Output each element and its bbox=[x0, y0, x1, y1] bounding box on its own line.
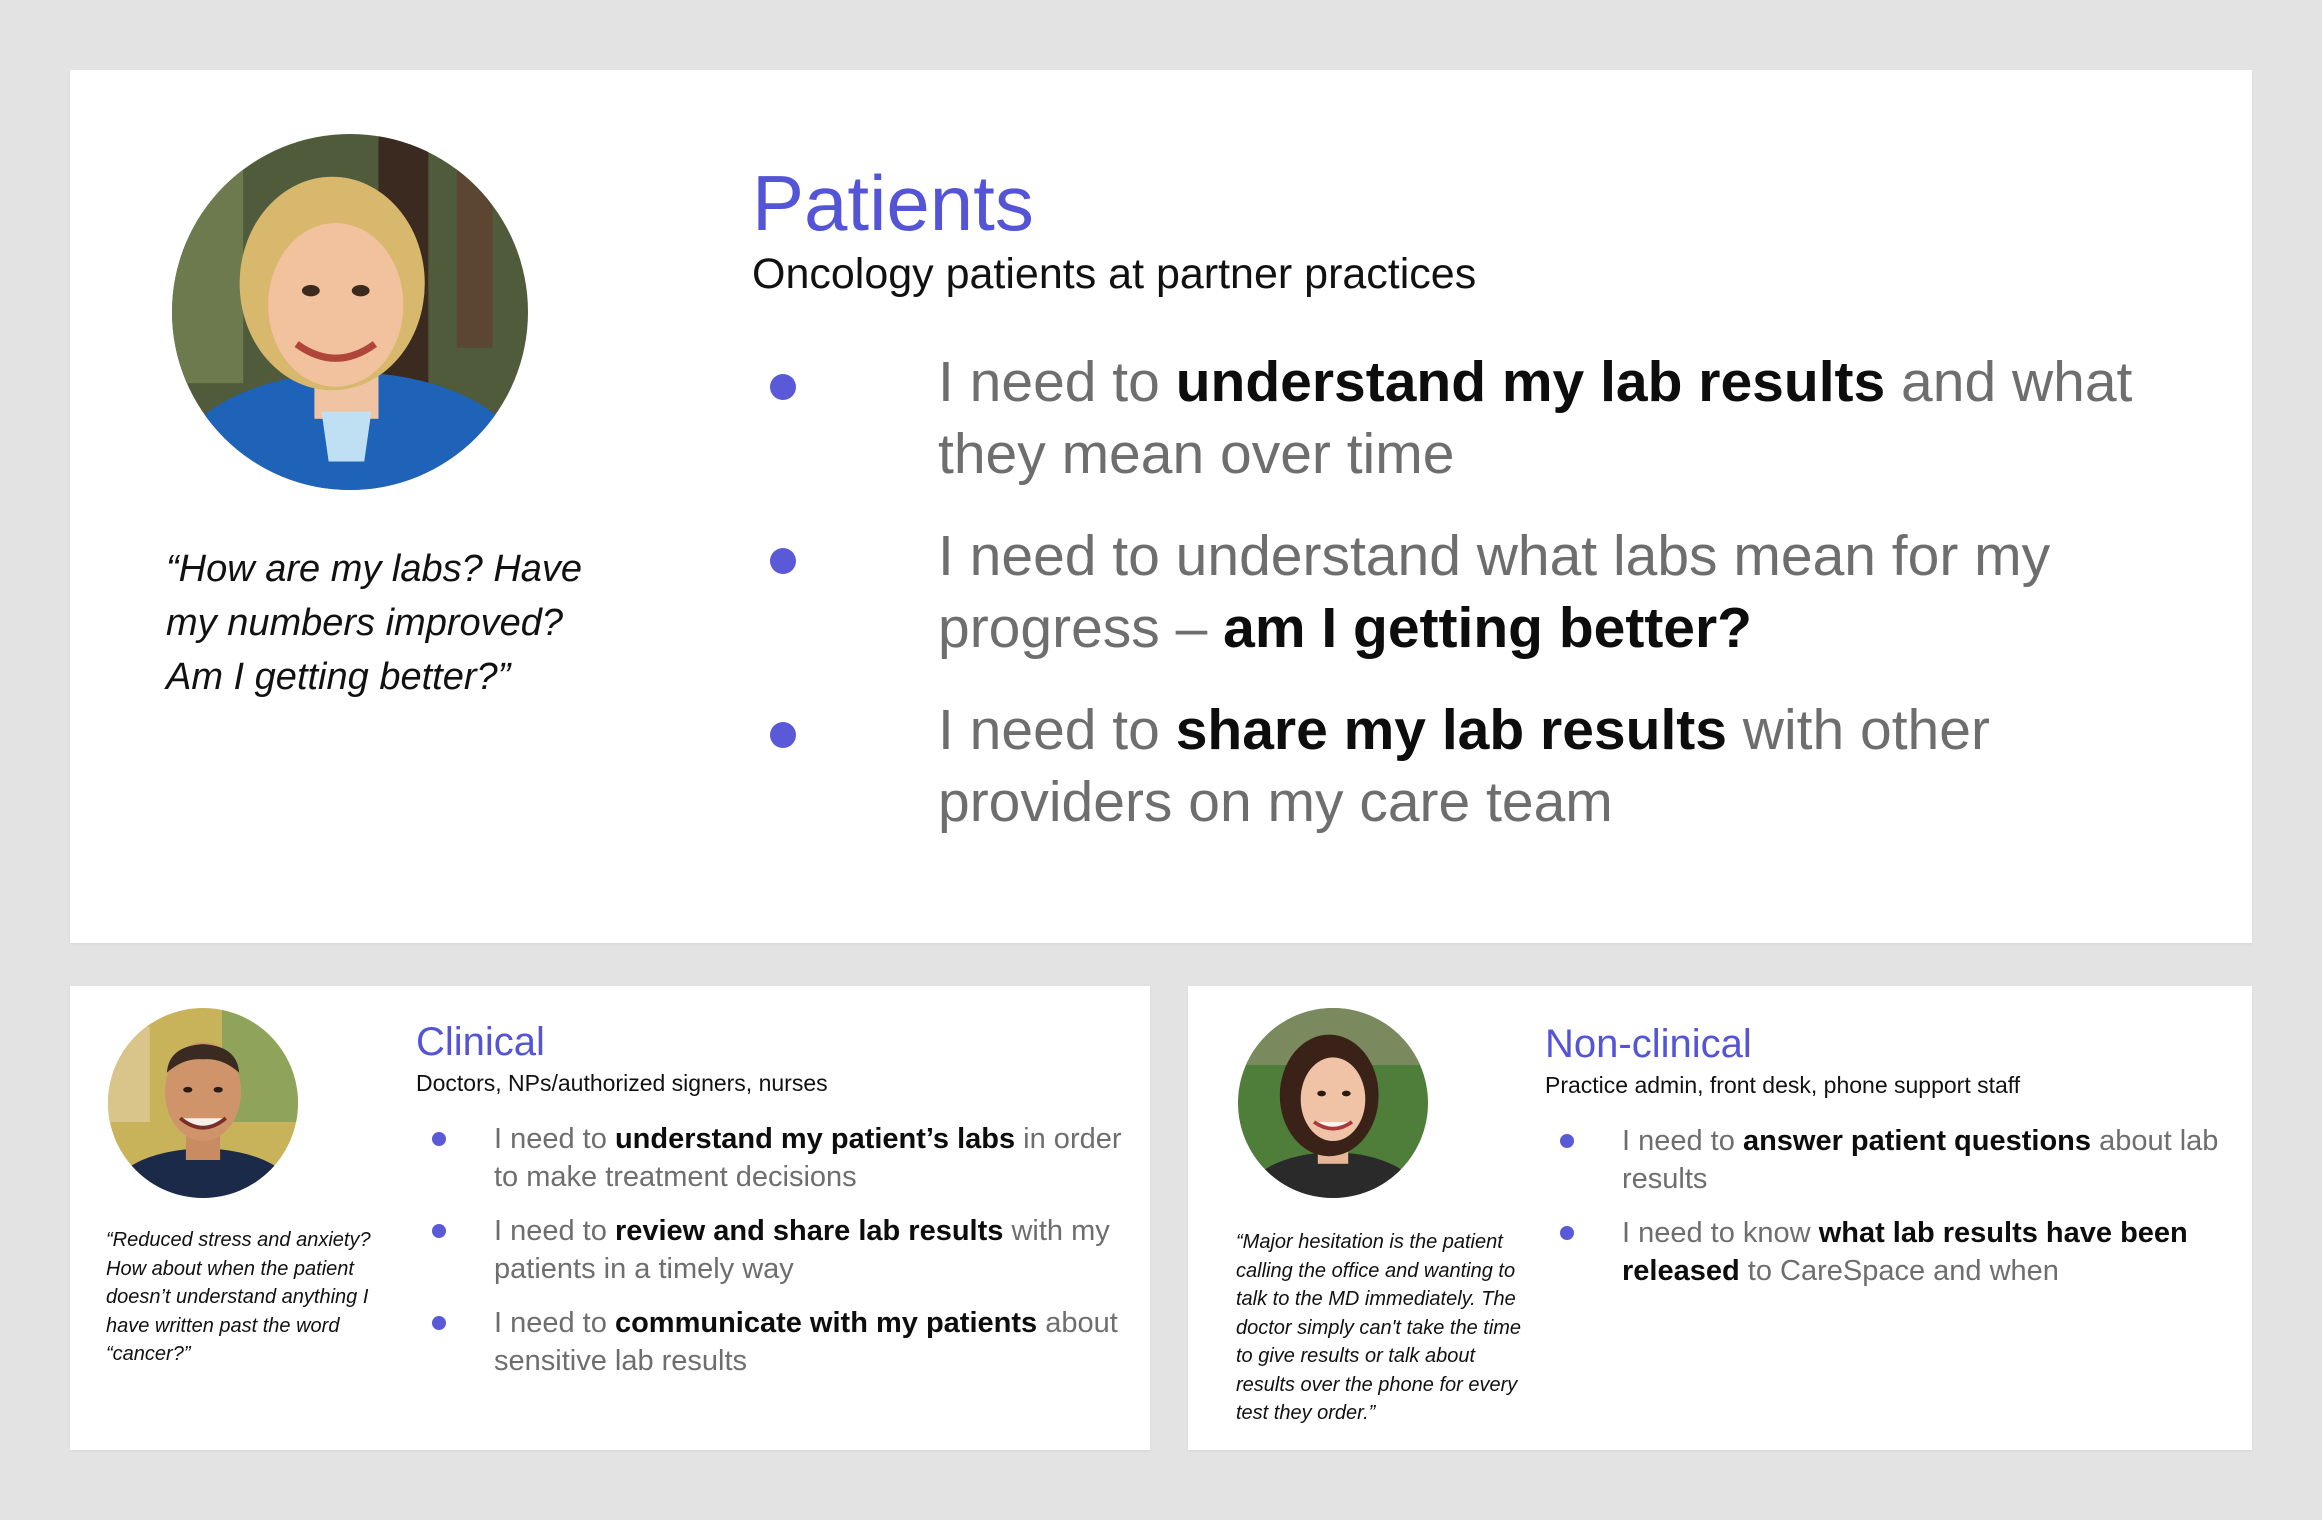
patients-title: Patients bbox=[752, 159, 1034, 247]
patient-avatar bbox=[172, 134, 528, 490]
clinical-title: Clinical bbox=[416, 1020, 545, 1064]
need-item: I need to know what lab results have bee… bbox=[1560, 1214, 2240, 1290]
need-emphasis: communicate with my patients bbox=[614, 1307, 1038, 1339]
need-item: I need to understand my patient’s labs i… bbox=[432, 1120, 1132, 1196]
need-item: I need to understand what labs mean for … bbox=[770, 520, 2210, 664]
bullet-dot-icon bbox=[1560, 1226, 1574, 1240]
bullet-dot-icon bbox=[432, 1224, 446, 1238]
bullet-dot-icon bbox=[770, 374, 796, 400]
patient-quote: “How are my labs? Have my numbers improv… bbox=[166, 548, 583, 698]
clinical-needs-list: I need to understand my patient’s labs i… bbox=[432, 1120, 1132, 1396]
need-emphasis: share my lab results bbox=[1175, 698, 1727, 762]
staff-quote: “Major hesitation is the patient calling… bbox=[1236, 1231, 1522, 1424]
need-item: I need to understand my lab results and … bbox=[770, 346, 2210, 490]
need-text: I need to bbox=[494, 1307, 615, 1339]
need-text: I need to bbox=[938, 350, 1176, 414]
need-text: I need to bbox=[1622, 1125, 1743, 1157]
bullet-dot-icon bbox=[770, 548, 796, 574]
need-emphasis: understand my lab results bbox=[1175, 350, 1886, 414]
need-item: I need to communicate with my patients a… bbox=[432, 1304, 1132, 1380]
bullet-dot-icon bbox=[1560, 1134, 1574, 1148]
nonclinical-title: Non-clinical bbox=[1545, 1022, 1752, 1066]
patients-persona-card: Patients Oncology patients at partner pr… bbox=[70, 70, 2252, 943]
clinical-subtitle: Doctors, NPs/authorized signers, nurses bbox=[416, 1070, 828, 1096]
nonclinical-subtitle: Practice admin, front desk, phone suppor… bbox=[1545, 1072, 2021, 1098]
bullet-dot-icon bbox=[432, 1132, 446, 1146]
bullet-dot-icon bbox=[770, 722, 796, 748]
clinician-quote: “Reduced stress and anxiety? How about w… bbox=[106, 1229, 371, 1365]
patients-needs-list: I need to understand my lab results and … bbox=[770, 346, 2210, 868]
need-item: I need to answer patient questions about… bbox=[1560, 1122, 2240, 1198]
need-text: to CareSpace and when bbox=[1739, 1255, 2059, 1287]
need-text: I need to bbox=[494, 1123, 615, 1155]
need-text: I need to bbox=[494, 1215, 615, 1247]
need-item: I need to share my lab results with othe… bbox=[770, 694, 2210, 838]
need-emphasis: understand my patient’s labs bbox=[614, 1123, 1016, 1155]
need-emphasis: review and share lab results bbox=[614, 1215, 1004, 1247]
patients-subtitle: Oncology patients at partner practices bbox=[752, 250, 1477, 298]
bullet-dot-icon bbox=[432, 1316, 446, 1330]
need-emphasis: am I getting better? bbox=[1223, 596, 1753, 660]
nonclinical-persona-card: Non-clinical Practice admin, front desk,… bbox=[1188, 986, 2252, 1450]
need-text: I need to know bbox=[1622, 1217, 1819, 1249]
staff-avatar bbox=[1238, 1008, 1428, 1198]
need-text: I need to bbox=[938, 698, 1176, 762]
need-emphasis: answer patient questions bbox=[1742, 1125, 2092, 1157]
nonclinical-needs-list: I need to answer patient questions about… bbox=[1560, 1122, 2240, 1306]
clinician-avatar bbox=[108, 1008, 298, 1198]
clinical-persona-card: Clinical Doctors, NPs/authorized signers… bbox=[70, 986, 1150, 1450]
need-item: I need to review and share lab results w… bbox=[432, 1212, 1132, 1288]
